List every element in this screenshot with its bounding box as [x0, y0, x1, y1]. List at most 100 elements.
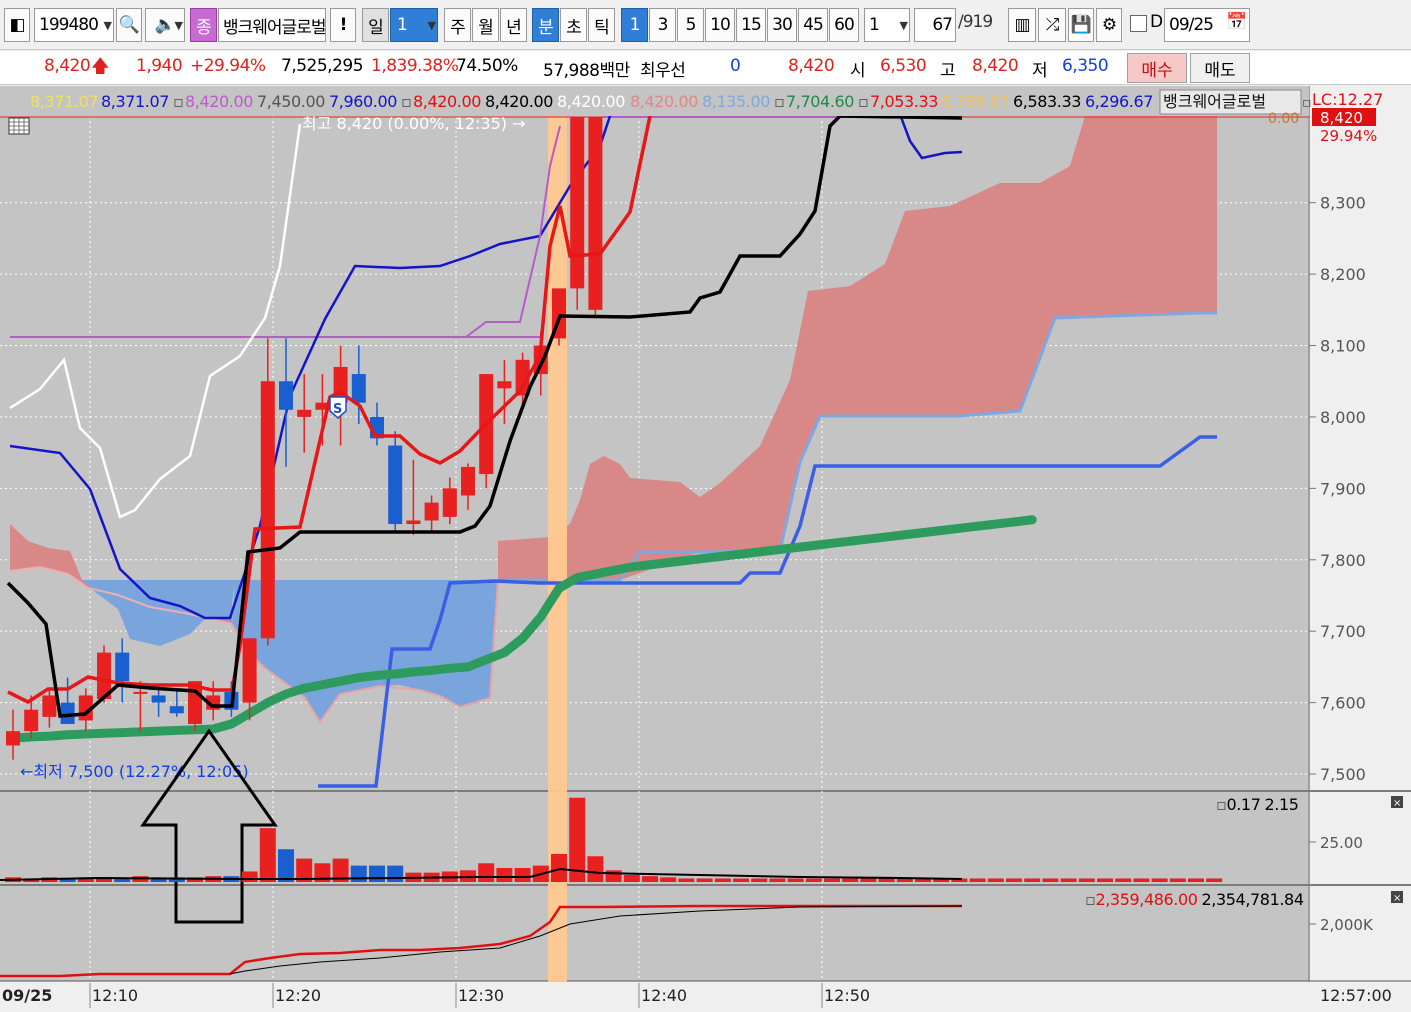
calendar-icon[interactable]: 📅 — [1226, 12, 1247, 32]
volume-bar — [987, 878, 1004, 882]
volume-bar — [1024, 878, 1041, 882]
candle-up — [442, 488, 457, 517]
close-icon[interactable]: × — [1393, 893, 1401, 904]
count-total: /919 — [958, 12, 993, 32]
line-draw-icon[interactable]: ⤮ — [1038, 8, 1066, 42]
minute-option-15[interactable]: 15 — [736, 8, 766, 42]
candle-down — [279, 381, 293, 410]
gear-icon[interactable]: ⚙ — [1096, 8, 1122, 42]
tab-week[interactable]: 주 — [444, 8, 471, 42]
volume-bar — [1115, 878, 1132, 882]
candle-up — [588, 117, 603, 310]
zero-value-label: 0.00 — [1268, 111, 1299, 127]
minute-option-5[interactable]: 5 — [677, 8, 704, 42]
volume-bar — [751, 878, 768, 882]
volume-bar — [860, 878, 877, 882]
volume-bar — [1060, 878, 1077, 882]
volume-bar — [1097, 878, 1113, 882]
volume-bar — [787, 878, 804, 882]
tab-year[interactable]: 년 — [500, 8, 527, 42]
best-quote-label: 최우선 — [640, 61, 686, 81]
volume-bar — [660, 877, 677, 882]
volume-bar — [714, 878, 731, 882]
candle-up — [6, 731, 20, 746]
d-checkbox[interactable] — [1130, 15, 1147, 32]
legend-value: 8,420.00 — [557, 92, 625, 111]
obv-legend-a: 2,359,486.00 — [1095, 890, 1197, 909]
legend-marker: ▫ — [774, 92, 784, 111]
up-arrow-icon: 🡅 — [91, 56, 110, 77]
multiplier-select[interactable]: 1 — [864, 8, 910, 42]
right-axis-area — [1310, 86, 1411, 1012]
candle-up — [297, 409, 312, 417]
volume-bar — [1169, 878, 1186, 882]
volume-bar — [733, 878, 749, 882]
toolbar: ◧ 199480 🔍 🔈 종 뱅크웨어글로벌 ! 일 1 주 월 년 분 초 틱… — [0, 0, 1411, 50]
legend-stock-name: 뱅크웨어글로벌 — [1163, 92, 1266, 111]
candle-up — [24, 709, 39, 732]
stock-chart[interactable]: 최고 8,420 (0.00%, 12:35) → ←최저 7,500 (12.… — [0, 86, 1411, 1012]
stock-code-input[interactable]: 199480 — [34, 8, 114, 42]
time-label: 12:50 — [824, 986, 870, 1005]
volume-bar — [478, 863, 495, 882]
sell-button[interactable]: 매도 — [1190, 53, 1250, 83]
stock-name-field[interactable]: 뱅크웨어글로벌 — [218, 8, 326, 42]
info-button[interactable]: ! — [330, 8, 356, 42]
save-icon[interactable]: 💾 — [1068, 8, 1094, 42]
tab-second[interactable]: 초 — [560, 8, 587, 42]
tab-day[interactable]: 일 — [362, 8, 389, 42]
minute-option-3[interactable]: 3 — [649, 8, 676, 42]
low-price: 6,350 — [1062, 56, 1109, 76]
legend-value: 7,704.60 — [786, 92, 854, 111]
speaker-icon[interactable]: 🔈 — [145, 8, 185, 42]
buy-button[interactable]: 매수 — [1127, 53, 1187, 83]
time-axis — [0, 982, 1411, 1012]
volume-bar — [551, 853, 567, 882]
minute-option-30[interactable]: 30 — [767, 8, 797, 42]
price-change: 1,940 — [136, 56, 183, 76]
multiplier-text: 1 — [869, 15, 880, 35]
grid-table-icon[interactable] — [8, 117, 30, 135]
best-ask: 0 — [730, 56, 741, 76]
current-price-tag-text: 8,420 — [1320, 109, 1363, 127]
bar-chart-icon[interactable]: ▥ — [1008, 8, 1036, 42]
legend-marker: ▫ — [858, 92, 868, 111]
jong-button[interactable]: 종 — [190, 8, 217, 42]
low-annotation: ←최저 7,500 (12.27%, 12:05) — [20, 762, 249, 781]
volume-plot-area — [0, 792, 1310, 884]
tab-minute[interactable]: 분 — [532, 8, 559, 42]
turnover-ratio: 74.50% — [456, 56, 518, 76]
time-label: 12:20 — [275, 986, 321, 1005]
minute-option-10[interactable]: 10 — [705, 8, 735, 42]
legend-value: 8,135.00 — [702, 92, 770, 111]
stock-name-text: 뱅크웨어글로벌 — [223, 17, 326, 38]
count-input[interactable]: 67 — [914, 8, 956, 42]
price-axis-label: 7,700 — [1320, 622, 1366, 641]
legend-marker: ▫ — [1302, 95, 1312, 111]
time-label: 12:40 — [641, 986, 687, 1005]
volume-legend-b: 2.15 — [1264, 795, 1298, 814]
tab-month[interactable]: 월 — [472, 8, 499, 42]
volume-axis-label: 25.00 — [1320, 834, 1363, 852]
tab-tick[interactable]: 틱 — [588, 8, 615, 42]
legend-value: 7,960.00 — [329, 92, 397, 111]
panel-toggle-icon[interactable]: ◧ — [4, 8, 30, 42]
minute-option-1[interactable]: 1 — [621, 8, 648, 42]
candle-up — [42, 695, 57, 717]
volume-bar — [605, 870, 622, 882]
volume-bar — [805, 878, 822, 882]
d-label: D — [1150, 12, 1163, 32]
legend-marker: ▫ — [401, 92, 411, 111]
legend-value: 6,583.33 — [1013, 92, 1081, 111]
close-icon[interactable]: × — [1393, 798, 1401, 809]
volume-bar — [278, 849, 294, 882]
legend-value: 7,450.00 — [257, 92, 325, 111]
search-icon[interactable]: 🔍 — [116, 8, 142, 42]
time-axis-date: 09/25 — [2, 986, 52, 1005]
minute-option-60[interactable]: 60 — [829, 8, 859, 42]
volume-bar — [514, 867, 531, 882]
day-count-select[interactable]: 1 — [390, 8, 438, 42]
legend-value: 8,371.07 — [30, 92, 98, 111]
minute-option-45[interactable]: 45 — [798, 8, 828, 42]
current-price: 8,420 — [44, 56, 91, 76]
